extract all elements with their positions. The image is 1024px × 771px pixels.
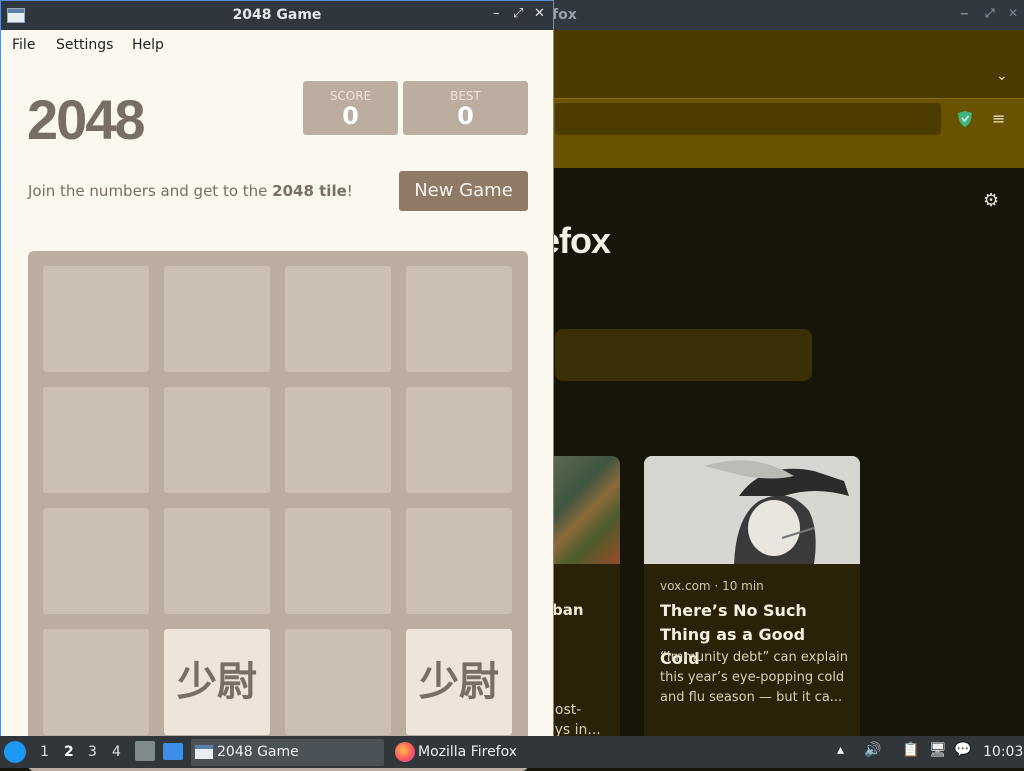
window-title: 2048 Game xyxy=(232,7,322,23)
hamburger-menu-icon[interactable]: ≡ xyxy=(992,109,1005,128)
story-description: vnost-ays in... xyxy=(546,682,601,738)
menu-settings[interactable]: Settings xyxy=(56,37,113,53)
grid-cell xyxy=(285,508,391,614)
menu-bar: File Settings Help xyxy=(1,30,553,60)
game-intro: Join the numbers and get to the 2048 til… xyxy=(28,182,353,200)
workspace-3[interactable]: 3 xyxy=(88,744,97,760)
file-manager-icon[interactable] xyxy=(135,741,155,761)
volume-icon[interactable]: 🔊 xyxy=(864,742,881,758)
chevron-down-icon[interactable]: ⌄ xyxy=(996,68,1008,84)
workspace-1[interactable]: 1 xyxy=(40,744,49,760)
start-menu-icon[interactable] xyxy=(4,741,26,763)
intro-bold: 2048 tile xyxy=(272,182,347,200)
menu-file[interactable]: File xyxy=(12,37,35,53)
task-2048-game[interactable]: 2048 Game xyxy=(191,739,384,766)
new-game-button[interactable]: New Game xyxy=(399,171,528,211)
grid-cell xyxy=(285,387,391,493)
game-heading: 2048 xyxy=(27,88,146,151)
maximize-icon[interactable]: ⤢ xyxy=(985,6,995,21)
game-tile: 少尉 xyxy=(406,629,512,735)
task-label: 2048 Game xyxy=(217,744,299,760)
workspace-2[interactable]: 2 xyxy=(64,744,74,760)
grid-cell xyxy=(285,629,391,735)
best-value: 0 xyxy=(457,102,474,130)
game-tile: 少尉 xyxy=(164,629,270,735)
gear-icon[interactable]: ⚙ xyxy=(983,190,999,211)
tray-arrow-icon[interactable]: ▴ xyxy=(837,742,844,758)
game-window: 2048 Game – ⤢ ✕ File Settings Help 2048 … xyxy=(0,0,554,771)
story-title: ban xyxy=(552,601,584,619)
firefox-title: fox xyxy=(552,7,577,23)
game-titlebar: 2048 Game – ⤢ ✕ xyxy=(1,1,553,30)
minimize-icon[interactable]: ‒ xyxy=(960,6,968,20)
story-description: “Immunity debt” can explain this year’s … xyxy=(660,650,849,705)
story-image xyxy=(644,456,860,564)
grid-cell xyxy=(43,387,149,493)
close-icon[interactable]: ✕ xyxy=(1008,6,1018,20)
menu-help[interactable]: Help xyxy=(132,37,164,53)
firefox-icon xyxy=(395,742,415,762)
close-icon[interactable]: ✕ xyxy=(534,6,545,21)
grid-cell xyxy=(164,508,270,614)
grid-cell xyxy=(406,387,512,493)
grid-cell xyxy=(164,266,270,372)
task-firefox[interactable]: Mozilla Firefox xyxy=(392,739,532,766)
notification-icon[interactable]: 💬 xyxy=(954,742,971,758)
grid-cell xyxy=(43,508,149,614)
score-box: SCORE 0 xyxy=(303,81,398,135)
clock: 10:03 xyxy=(983,744,1024,760)
taskbar: 1 2 3 4 2048 Game Mozilla Firefox ▴ 🔊 📋 … xyxy=(0,736,1024,768)
task-label: Mozilla Firefox xyxy=(418,744,518,760)
workspace-4[interactable]: 4 xyxy=(112,744,121,760)
intro-prefix: Join the numbers and get to the xyxy=(28,182,273,200)
show-desktop-icon[interactable] xyxy=(163,743,183,760)
app-window-icon xyxy=(195,745,213,759)
grid-cell xyxy=(285,266,391,372)
clipboard-icon[interactable]: 📋 xyxy=(902,742,919,758)
story-source: vox.com · 10 min xyxy=(660,579,764,593)
minimize-icon[interactable]: – xyxy=(493,6,500,21)
best-label: BEST xyxy=(450,89,481,103)
shield-icon[interactable] xyxy=(957,110,973,128)
grid-cell xyxy=(406,266,512,372)
best-box: BEST 0 xyxy=(403,81,528,135)
grid-cell xyxy=(406,508,512,614)
score-value: 0 xyxy=(342,102,359,130)
url-bar[interactable] xyxy=(555,103,941,135)
network-icon[interactable]: 🖥 xyxy=(929,742,947,758)
game-board[interactable]: 少尉 少尉 xyxy=(28,251,528,771)
score-label: SCORE xyxy=(329,89,372,103)
story-card[interactable]: vox.com · 10 min There’s No Such Thing a… xyxy=(644,456,860,746)
newtab-search-box[interactable] xyxy=(555,329,812,381)
maximize-icon[interactable]: ⤢ xyxy=(513,6,523,21)
grid-cell xyxy=(164,387,270,493)
intro-suffix: ! xyxy=(346,182,353,200)
grid-cell xyxy=(43,266,149,372)
grid-cell xyxy=(43,629,149,735)
